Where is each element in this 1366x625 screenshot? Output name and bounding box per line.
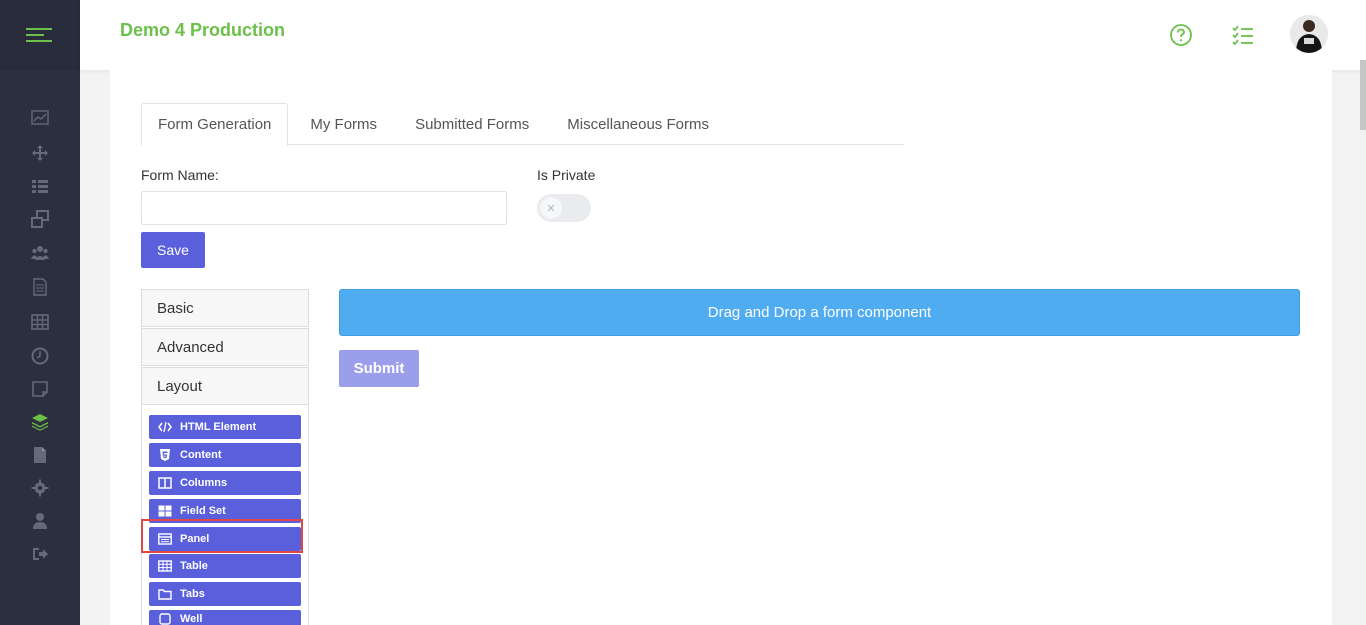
tabs: Form Generation My Forms Submitted Forms…: [141, 103, 904, 146]
component-table[interactable]: Table: [149, 554, 301, 578]
tab-miscellaneous-forms[interactable]: Miscellaneous Forms: [545, 103, 725, 145]
note-icon[interactable]: [30, 379, 50, 399]
logout-icon[interactable]: [30, 544, 50, 564]
component-label: Tabs: [180, 588, 205, 600]
move-arrows-icon[interactable]: [30, 143, 50, 163]
users-icon[interactable]: [30, 243, 50, 263]
sidebar: [0, 0, 80, 625]
grid-icon: [158, 505, 172, 517]
user-icon[interactable]: [30, 511, 50, 531]
group-basic[interactable]: Basic: [141, 289, 309, 327]
submit-button[interactable]: Submit: [339, 350, 419, 387]
avatar[interactable]: [1290, 15, 1328, 53]
layout-components: HTML Element Content Columns Field Set P…: [141, 406, 309, 625]
scrollbar-thumb[interactable]: [1360, 60, 1366, 130]
component-columns[interactable]: Columns: [149, 471, 301, 495]
windows-icon[interactable]: [30, 209, 50, 229]
hamburger-icon: [26, 28, 52, 42]
gear-icon[interactable]: [30, 478, 50, 498]
component-label: Well: [180, 613, 203, 625]
group-layout[interactable]: Layout: [141, 367, 309, 405]
clock-icon[interactable]: [30, 346, 50, 366]
file-icon[interactable]: [30, 445, 50, 465]
main-card: Form Generation My Forms Submitted Forms…: [110, 70, 1332, 625]
component-label: HTML Element: [180, 421, 257, 433]
component-label: Table: [180, 560, 208, 572]
component-label: Content: [180, 449, 222, 461]
component-well[interactable]: Well: [149, 610, 301, 625]
table-icon[interactable]: [30, 312, 50, 332]
toggle-off-icon: ✕: [540, 197, 562, 219]
component-label: Field Set: [180, 505, 226, 517]
tab-submitted-forms[interactable]: Submitted Forms: [393, 103, 545, 145]
columns-icon: [158, 477, 172, 489]
folder-icon: [158, 588, 172, 600]
help-circle-icon[interactable]: [1168, 22, 1194, 48]
form-name-input[interactable]: [141, 191, 507, 225]
page-scrollbar[interactable]: [1360, 60, 1366, 625]
tab-my-forms[interactable]: My Forms: [288, 103, 393, 145]
is-private-toggle[interactable]: ✕: [537, 194, 591, 222]
form-name-label: Form Name:: [141, 167, 219, 183]
is-private-label: Is Private: [537, 167, 596, 183]
component-tabs[interactable]: Tabs: [149, 582, 301, 606]
checklist-icon[interactable]: [1230, 22, 1256, 48]
list-icon[interactable]: [30, 176, 50, 196]
menu-toggle-button[interactable]: [0, 0, 80, 70]
code-icon: [158, 421, 172, 433]
component-content[interactable]: Content: [149, 443, 301, 467]
panel-highlight: [141, 519, 303, 553]
save-button[interactable]: Save: [141, 232, 205, 268]
tab-form-generation[interactable]: Form Generation: [141, 103, 289, 146]
component-html-element[interactable]: HTML Element: [149, 415, 301, 439]
top-bar: Demo 4 Production: [80, 0, 1366, 70]
document-icon[interactable]: [30, 277, 50, 297]
html5-icon: [158, 449, 172, 461]
layers-icon[interactable]: [30, 412, 50, 432]
chart-line-icon[interactable]: [30, 108, 50, 128]
app-title: Demo 4 Production: [120, 20, 286, 40]
square-icon: [158, 613, 172, 625]
component-label: Columns: [180, 477, 228, 489]
component-sidebar: Basic Advanced Layout HTML Element Conte…: [141, 289, 309, 625]
table-icon: [158, 560, 172, 572]
dropzone[interactable]: Drag and Drop a form component: [339, 289, 1300, 336]
group-advanced[interactable]: Advanced: [141, 328, 309, 366]
